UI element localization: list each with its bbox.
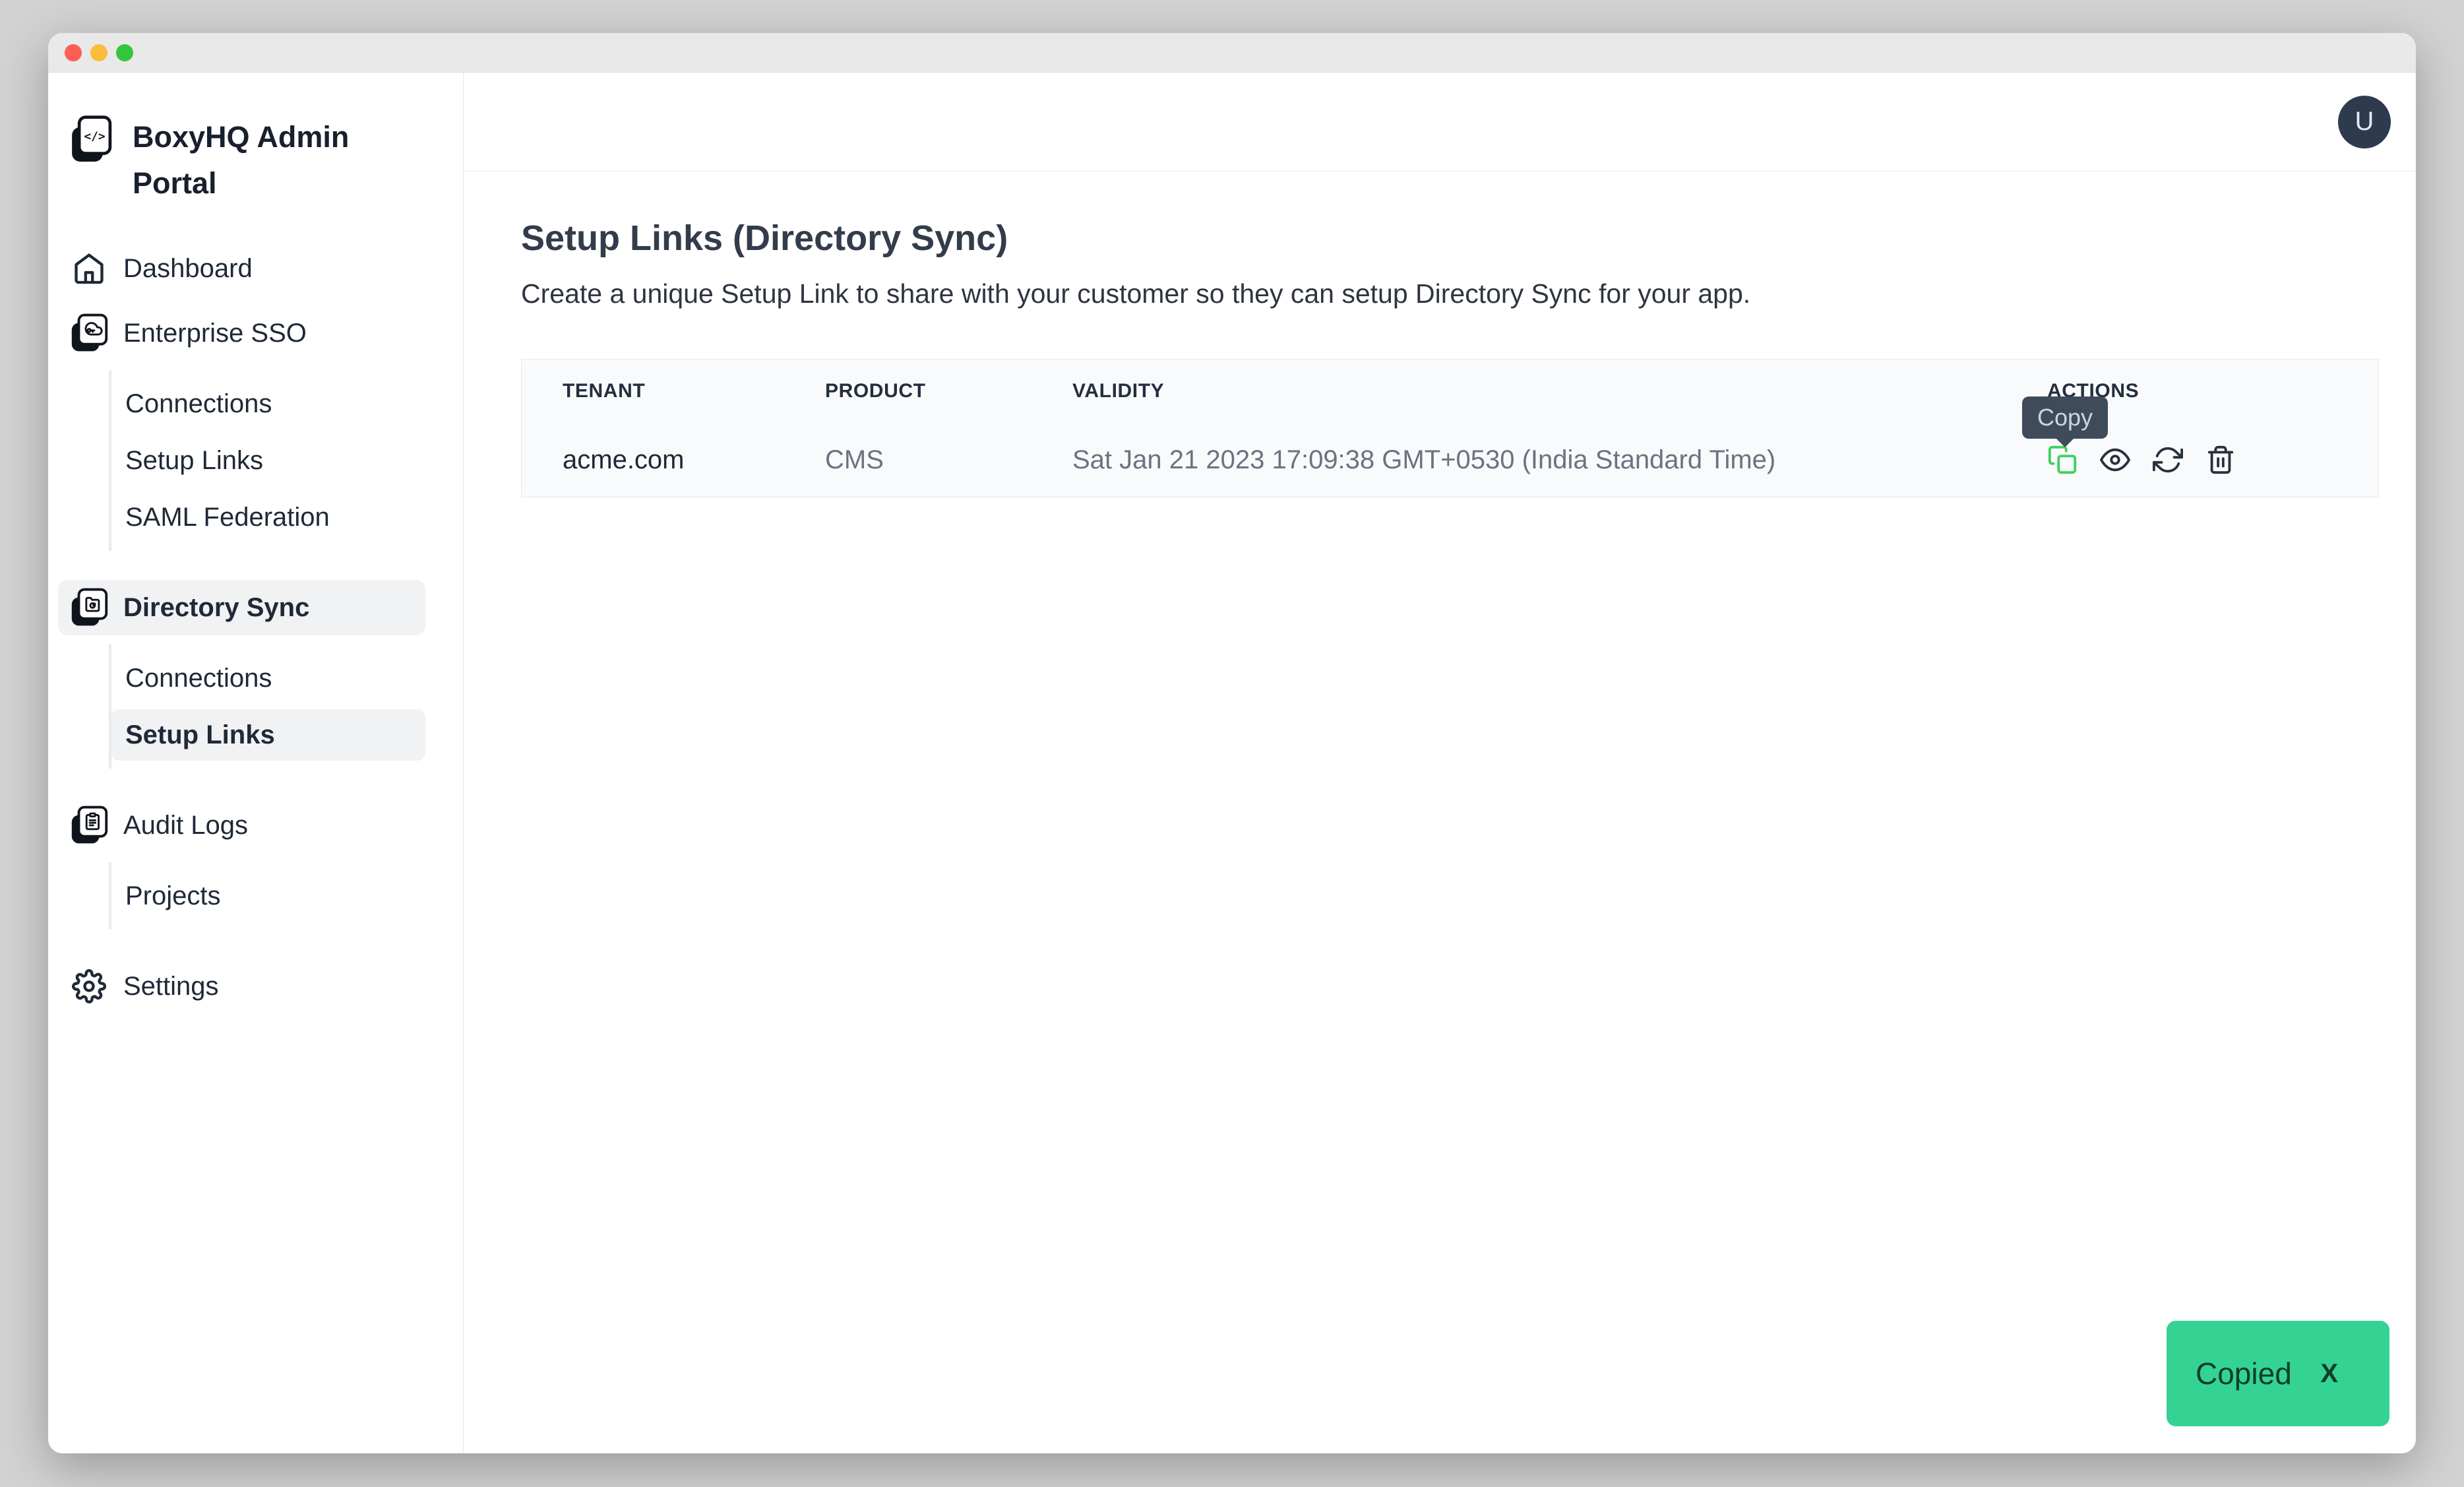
refresh-icon — [2153, 445, 2183, 475]
toast-close-button[interactable]: X — [2320, 1359, 2338, 1389]
copied-toast: Copied X — [2167, 1321, 2389, 1426]
column-header-tenant: TENANT — [563, 380, 825, 402]
copy-tooltip-label: Copy — [2037, 404, 2093, 431]
window-close-button[interactable] — [65, 44, 82, 61]
brand-name: BoxyHQ Admin Portal — [133, 114, 363, 206]
copy-icon — [2047, 445, 2078, 475]
setup-links-table: TENANT PRODUCT VALIDITY ACTIONS acme.com… — [521, 359, 2379, 497]
page-description: Create a unique Setup Link to share with… — [521, 278, 2380, 309]
sso-cloud-key-badge-icon — [69, 313, 109, 354]
column-header-product: PRODUCT — [825, 380, 1072, 402]
eye-icon — [2100, 445, 2130, 475]
sidebar-subitem-saml-federation[interactable]: SAML Federation — [111, 491, 425, 543]
audit-clipboard-badge-icon — [69, 805, 109, 846]
sidebar-subitem-sso-connections[interactable]: Connections — [111, 378, 425, 429]
sidebar-item-enterprise-sso[interactable]: Enterprise SSO — [58, 305, 425, 361]
brand: </> BoxyHQ Admin Portal — [48, 114, 463, 206]
sidebar-subitem-projects[interactable]: Projects — [111, 870, 425, 922]
sidebar-item-dashboard[interactable]: Dashboard — [58, 241, 425, 296]
directory-folder-badge-icon — [69, 587, 109, 628]
sidebar-subitem-dsync-connections[interactable]: Connections — [111, 652, 425, 704]
top-header: U — [464, 73, 2416, 172]
sidebar-item-settings[interactable]: Settings — [58, 959, 425, 1014]
directory-sync-submenu: Connections Setup Links — [109, 645, 425, 769]
enterprise-sso-submenu: Connections Setup Links SAML Federation — [109, 370, 425, 551]
boxyhq-logo-icon: </> — [69, 114, 113, 166]
window-minimize-button[interactable] — [90, 44, 108, 61]
sidebar-menu: Dashboard — [48, 241, 463, 1014]
sidebar-item-audit-logs[interactable]: Audit Logs — [58, 798, 425, 853]
column-header-validity: VALIDITY — [1072, 380, 2047, 402]
sidebar-subitem-sso-setup-links[interactable]: Setup Links — [111, 435, 425, 486]
desktop-background: </> BoxyHQ Admin Portal Dashboard — [0, 0, 2464, 1487]
product-cell: CMS — [825, 445, 1072, 475]
copy-link-button[interactable] — [2047, 445, 2078, 475]
regenerate-link-button[interactable] — [2153, 445, 2183, 475]
page-content: Setup Links (Directory Sync) Create a un… — [464, 172, 2416, 1453]
audit-logs-submenu: Projects — [109, 862, 425, 930]
sidebar-subitem-dsync-setup-links[interactable]: Setup Links — [111, 709, 425, 761]
sidebar-item-label: Settings — [123, 972, 219, 1001]
delete-link-button[interactable] — [2205, 445, 2236, 475]
view-link-button[interactable] — [2100, 445, 2130, 475]
main-area: U Setup Links (Directory Sync) Create a … — [464, 73, 2416, 1453]
sidebar-item-directory-sync[interactable]: Directory Sync — [58, 580, 425, 635]
window-titlebar — [48, 33, 2416, 73]
validity-cell: Sat Jan 21 2023 17:09:38 GMT+0530 (India… — [1072, 445, 2047, 475]
app-window: </> BoxyHQ Admin Portal Dashboard — [48, 33, 2416, 1453]
copy-tooltip: Copy — [2022, 396, 2108, 439]
sidebar-item-label: Directory Sync — [123, 593, 309, 623]
sidebar-item-label: Enterprise SSO — [123, 319, 307, 348]
row-actions — [2047, 445, 2378, 475]
sidebar: </> BoxyHQ Admin Portal Dashboard — [48, 73, 464, 1453]
code-glyph: </> — [84, 130, 105, 144]
toast-message: Copied — [2196, 1356, 2292, 1391]
user-avatar-button[interactable]: U — [2338, 96, 2391, 148]
sidebar-item-label: Dashboard — [123, 254, 253, 284]
sidebar-item-label: Audit Logs — [123, 811, 248, 840]
page-title: Setup Links (Directory Sync) — [521, 218, 2380, 259]
trash-icon — [2205, 445, 2236, 475]
tenant-cell: acme.com — [563, 445, 825, 475]
home-icon — [69, 248, 109, 289]
window-zoom-button[interactable] — [116, 44, 133, 61]
gear-icon — [69, 966, 109, 1007]
app-body: </> BoxyHQ Admin Portal Dashboard — [48, 73, 2416, 1453]
